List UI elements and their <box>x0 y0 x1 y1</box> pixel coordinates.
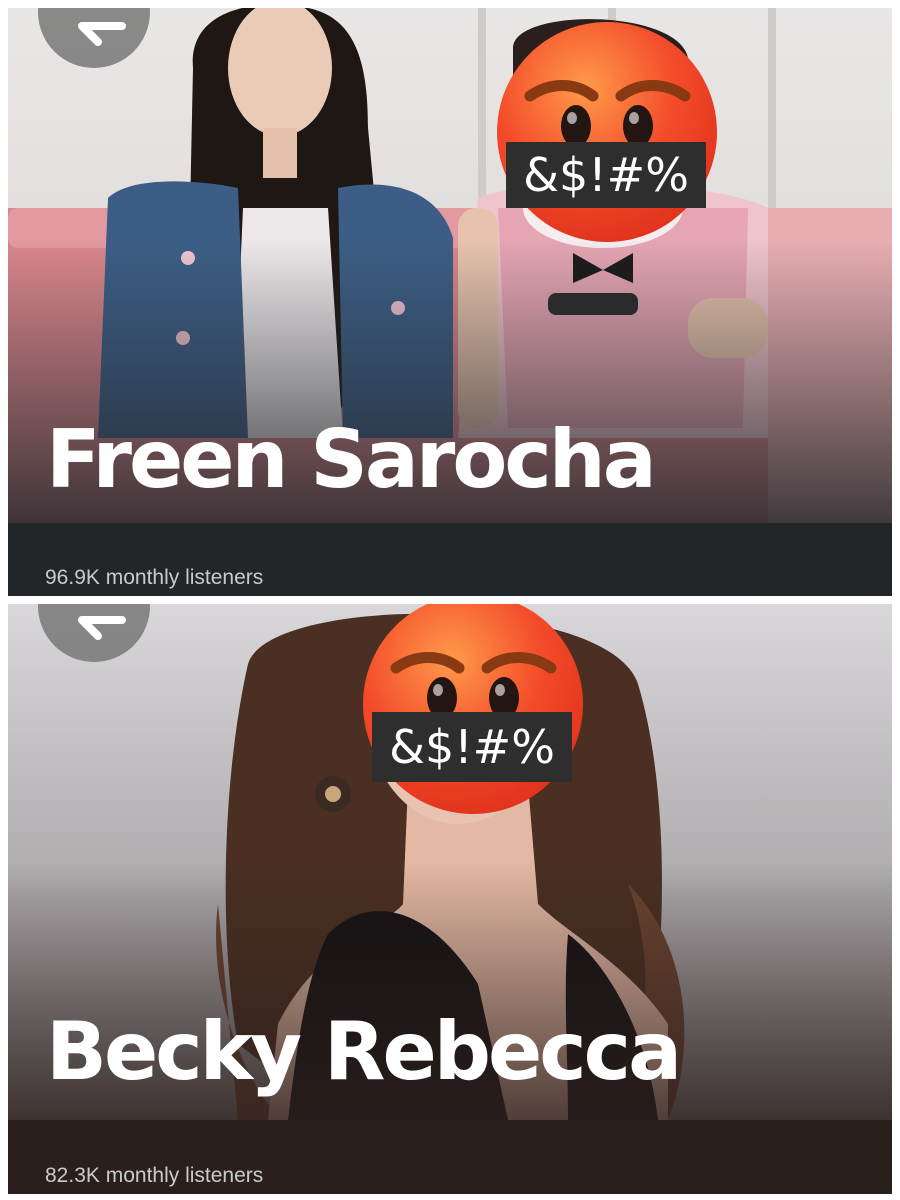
artist-name: Freen Sarocha <box>46 413 657 506</box>
censor-banner: &$!#% <box>372 712 572 782</box>
censor-banner: &$!#% <box>506 142 706 208</box>
artist-name: Becky Rebecca <box>46 1005 682 1098</box>
back-button[interactable] <box>38 604 150 662</box>
artist-header-freen: &$!#% Freen Sarocha 96.9K monthly listen… <box>8 8 892 596</box>
back-button[interactable] <box>38 8 150 68</box>
angry-face-icon <box>495 20 719 248</box>
chevron-left-icon <box>78 616 126 640</box>
chevron-left-icon <box>78 22 126 46</box>
monthly-listeners: 82.3K monthly listeners <box>45 1164 264 1187</box>
artist-header-becky: &$!#% Becky Rebecca 82.3K monthly listen… <box>8 604 892 1194</box>
monthly-listeners: 96.9K monthly listeners <box>45 566 264 589</box>
